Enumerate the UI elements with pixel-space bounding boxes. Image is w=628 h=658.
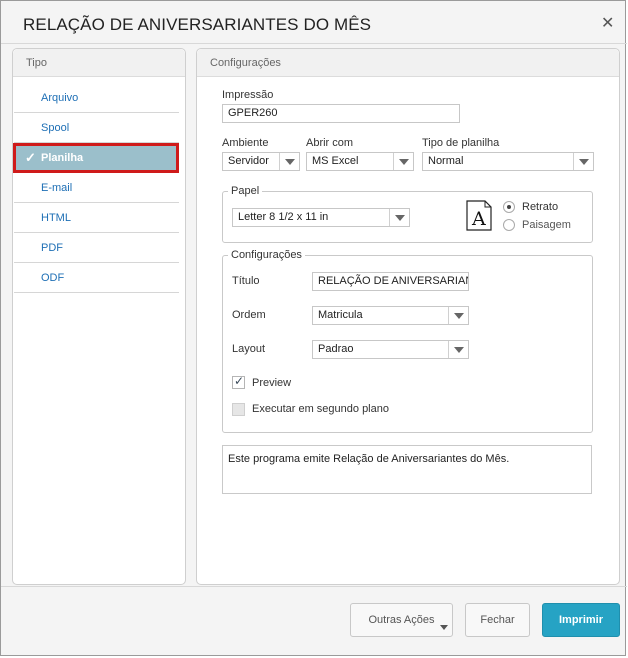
- retrato-label: Retrato: [522, 201, 559, 213]
- imprimir-button[interactable]: Imprimir: [542, 603, 620, 637]
- caret-down-icon: [440, 625, 448, 630]
- ordem-label: Ordem: [232, 309, 266, 321]
- segundo-plano-label: Executar em segundo plano: [252, 403, 389, 415]
- config-panel-header: Configurações: [197, 49, 619, 77]
- chevron-down-icon: [389, 209, 409, 226]
- tipo-item-pdf[interactable]: PDF: [14, 233, 179, 263]
- paper-size-value: Letter 8 1/2 x 11 in: [238, 211, 329, 223]
- close-icon[interactable]: ✕: [601, 13, 614, 33]
- dialog-title: RELAÇÃO DE ANIVERSARIANTES DO MÊS: [23, 15, 372, 34]
- chevron-down-icon: [448, 341, 468, 358]
- chevron-down-icon: [393, 153, 413, 170]
- abrir-com-value: MS Excel: [312, 155, 359, 167]
- tipo-item-arquivo[interactable]: Arquivo: [14, 83, 179, 113]
- layout-select[interactable]: Padrao: [312, 340, 469, 359]
- papel-legend: Papel: [228, 185, 263, 197]
- outras-acoes-label: Outras Ações: [368, 614, 435, 626]
- ambiente-value: Servidor: [228, 155, 269, 167]
- ambiente-label: Ambiente: [222, 137, 269, 149]
- tipo-planilha-label: Tipo de planilha: [422, 137, 500, 149]
- chevron-down-icon: [448, 307, 468, 324]
- print-dialog: RELAÇÃO DE ANIVERSARIANTES DO MÊS ✕ Tipo…: [0, 0, 627, 656]
- titulo-field[interactable]: RELAÇÃO DE ANIVERSARIANTES DO MÊS: [312, 272, 469, 291]
- tipo-item-odf[interactable]: ODF: [14, 263, 179, 293]
- ambiente-select[interactable]: Servidor: [222, 152, 300, 171]
- outras-acoes-button[interactable]: Outras Ações: [350, 603, 453, 637]
- fechar-button[interactable]: Fechar: [465, 603, 530, 637]
- footer-divider: [1, 586, 627, 587]
- retrato-radio[interactable]: [503, 201, 515, 213]
- preview-label: Preview: [252, 377, 292, 389]
- description-box: Este programa emite Relação de Aniversar…: [222, 445, 592, 494]
- tipo-item-planilha[interactable]: ✓ Planilha: [13, 143, 179, 173]
- paisagem-radio[interactable]: [503, 219, 515, 231]
- ordem-value: Matricula: [318, 309, 363, 321]
- paper-size-select[interactable]: Letter 8 1/2 x 11 in: [232, 208, 410, 227]
- chevron-down-icon: [279, 153, 299, 170]
- tipo-panel: Tipo Arquivo Spool ✓ Planilha E-mail HTM…: [12, 48, 186, 585]
- chevron-down-icon: [573, 153, 593, 170]
- tipo-item-email[interactable]: E-mail: [14, 173, 179, 203]
- tipo-planilha-value: Normal: [428, 155, 464, 167]
- page-orientation-icon: A: [466, 200, 492, 231]
- checkmark-icon: ✓: [25, 150, 36, 165]
- page-preview-letter: A: [471, 208, 486, 230]
- tipo-item-html[interactable]: HTML: [14, 203, 179, 233]
- preview-checkbox[interactable]: [232, 374, 245, 389]
- impressao-field[interactable]: GPER260: [222, 104, 460, 123]
- tipo-planilha-select[interactable]: Normal: [422, 152, 594, 171]
- paisagem-label: Paisagem: [522, 219, 571, 231]
- tipo-item-planilha-label: Planilha: [41, 152, 84, 164]
- segundo-plano-checkbox[interactable]: [232, 403, 245, 416]
- impressao-label: Impressão: [222, 89, 274, 101]
- titulo-label: Título: [232, 275, 260, 287]
- tipo-panel-header: Tipo: [13, 49, 185, 77]
- tipo-item-spool[interactable]: Spool: [14, 113, 179, 143]
- ordem-select[interactable]: Matricula: [312, 306, 469, 325]
- abrir-com-label: Abrir com: [306, 137, 354, 149]
- tipo-list: Arquivo Spool ✓ Planilha E-mail HTML PDF…: [13, 83, 179, 293]
- abrir-com-select[interactable]: MS Excel: [306, 152, 414, 171]
- configuracoes-legend: Configurações: [228, 249, 305, 261]
- header-divider: [1, 43, 627, 44]
- layout-value: Padrao: [318, 343, 354, 355]
- layout-label: Layout: [232, 343, 266, 355]
